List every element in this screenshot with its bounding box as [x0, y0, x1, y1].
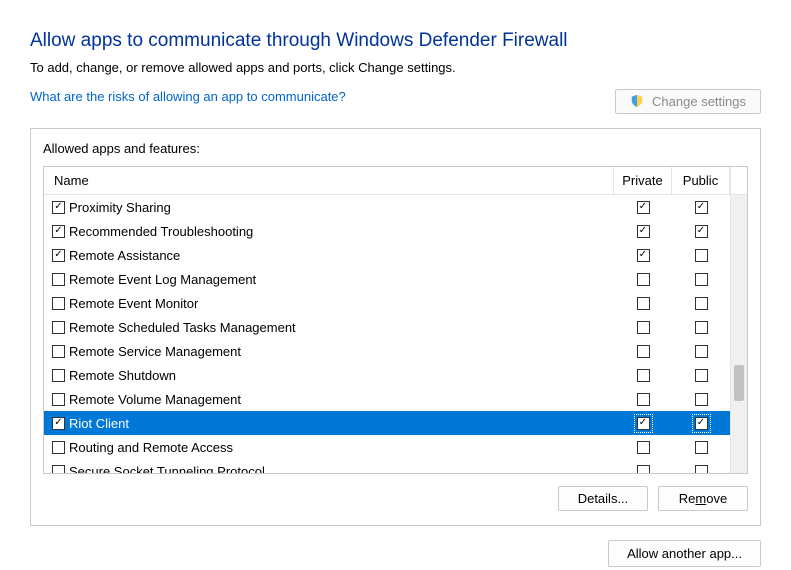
checkbox[interactable]: ✓	[52, 201, 65, 214]
checkbox[interactable]	[695, 249, 708, 262]
checkbox[interactable]	[637, 465, 650, 474]
row-name: Remote Service Management	[69, 344, 241, 359]
page-subtext: To add, change, or remove allowed apps a…	[30, 60, 761, 75]
checkbox[interactable]	[52, 465, 65, 474]
table-row[interactable]: Remote Volume Management	[44, 387, 730, 411]
row-name: Secure Socket Tunneling Protocol	[69, 464, 265, 474]
allow-another-app-button[interactable]: Allow another app...	[608, 540, 761, 567]
table-row[interactable]: Remote Event Log Management	[44, 267, 730, 291]
col-header-public[interactable]: Public	[672, 167, 730, 194]
checkbox[interactable]	[637, 273, 650, 286]
row-name: Remote Volume Management	[69, 392, 241, 407]
scrollbar[interactable]	[730, 195, 747, 473]
checkbox[interactable]	[52, 393, 65, 406]
checkbox[interactable]	[637, 321, 650, 334]
table-row[interactable]: Remote Service Management	[44, 339, 730, 363]
table-row[interactable]: ✓ Recommended Troubleshooting ✓ ✓	[44, 219, 730, 243]
checkbox[interactable]	[52, 297, 65, 310]
checkbox[interactable]	[695, 441, 708, 454]
allowed-apps-panel: Allowed apps and features: Name Private …	[30, 128, 761, 526]
list-header: Name Private Public	[44, 167, 747, 195]
list-body: ✓ Proximity Sharing ✓ ✓ ✓ Recommended Trouble…	[44, 195, 730, 473]
checkbox[interactable]: ✓	[52, 417, 65, 430]
col-header-private[interactable]: Private	[614, 167, 672, 194]
row-name: Proximity Sharing	[69, 200, 171, 215]
checkbox[interactable]	[695, 345, 708, 358]
change-settings-label: Change settings	[652, 94, 746, 109]
checkbox[interactable]: ✓	[637, 249, 650, 262]
table-row[interactable]: Remote Scheduled Tasks Management	[44, 315, 730, 339]
scroll-header-spacer	[730, 167, 747, 194]
row-name: Remote Shutdown	[69, 368, 176, 383]
checkbox[interactable]	[695, 393, 708, 406]
details-button[interactable]: Details...	[558, 486, 648, 511]
table-row[interactable]: ✓ Riot Client ✓ ✓	[44, 411, 730, 435]
col-header-name[interactable]: Name	[44, 167, 614, 194]
checkbox[interactable]: ✓	[695, 225, 708, 238]
page-heading: Allow apps to communicate through Window…	[30, 30, 761, 52]
checkbox[interactable]: ✓	[695, 417, 708, 430]
checkbox[interactable]	[695, 273, 708, 286]
shield-icon	[630, 94, 644, 108]
checkbox[interactable]	[637, 393, 650, 406]
change-settings-button: Change settings	[615, 89, 761, 114]
risks-link[interactable]: What are the risks of allowing an app to…	[30, 89, 346, 104]
row-name: Remote Assistance	[69, 248, 180, 263]
table-row[interactable]: Remote Shutdown	[44, 363, 730, 387]
checkbox[interactable]	[695, 297, 708, 310]
row-name: Recommended Troubleshooting	[69, 224, 253, 239]
checkbox[interactable]	[637, 297, 650, 310]
checkbox[interactable]: ✓	[637, 201, 650, 214]
apps-list[interactable]: Name Private Public ✓Proximity Sharing✓✓…	[43, 166, 748, 474]
checkbox[interactable]	[52, 273, 65, 286]
row-name: Remote Event Monitor	[69, 296, 198, 311]
checkbox[interactable]	[52, 345, 65, 358]
checkbox[interactable]: ✓	[52, 225, 65, 238]
table-row[interactable]: ✓ Remote Assistance ✓	[44, 243, 730, 267]
checkbox[interactable]	[637, 369, 650, 382]
checkbox[interactable]	[52, 369, 65, 382]
row-name: Routing and Remote Access	[69, 440, 233, 455]
row-name: Riot Client	[69, 416, 129, 431]
checkbox[interactable]: ✓	[637, 225, 650, 238]
scrollbar-thumb[interactable]	[734, 365, 744, 401]
checkbox[interactable]	[637, 345, 650, 358]
row-name: Remote Scheduled Tasks Management	[69, 320, 296, 335]
checkbox[interactable]: ✓	[637, 417, 650, 430]
checkbox[interactable]	[695, 465, 708, 474]
checkbox[interactable]	[695, 369, 708, 382]
remove-button[interactable]: Remove	[658, 486, 748, 511]
checkbox[interactable]	[695, 321, 708, 334]
table-row[interactable]: Remote Event Monitor	[44, 291, 730, 315]
row-name: Remote Event Log Management	[69, 272, 256, 287]
table-row[interactable]: Routing and Remote Access	[44, 435, 730, 459]
table-row[interactable]: ✓ Proximity Sharing ✓ ✓	[44, 195, 730, 219]
checkbox[interactable]	[52, 441, 65, 454]
checkbox[interactable]: ✓	[52, 249, 65, 262]
table-row[interactable]: Secure Socket Tunneling Protocol	[44, 459, 730, 473]
checkbox[interactable]	[637, 441, 650, 454]
checkbox[interactable]: ✓	[695, 201, 708, 214]
checkbox[interactable]	[52, 321, 65, 334]
panel-label: Allowed apps and features:	[43, 141, 748, 156]
